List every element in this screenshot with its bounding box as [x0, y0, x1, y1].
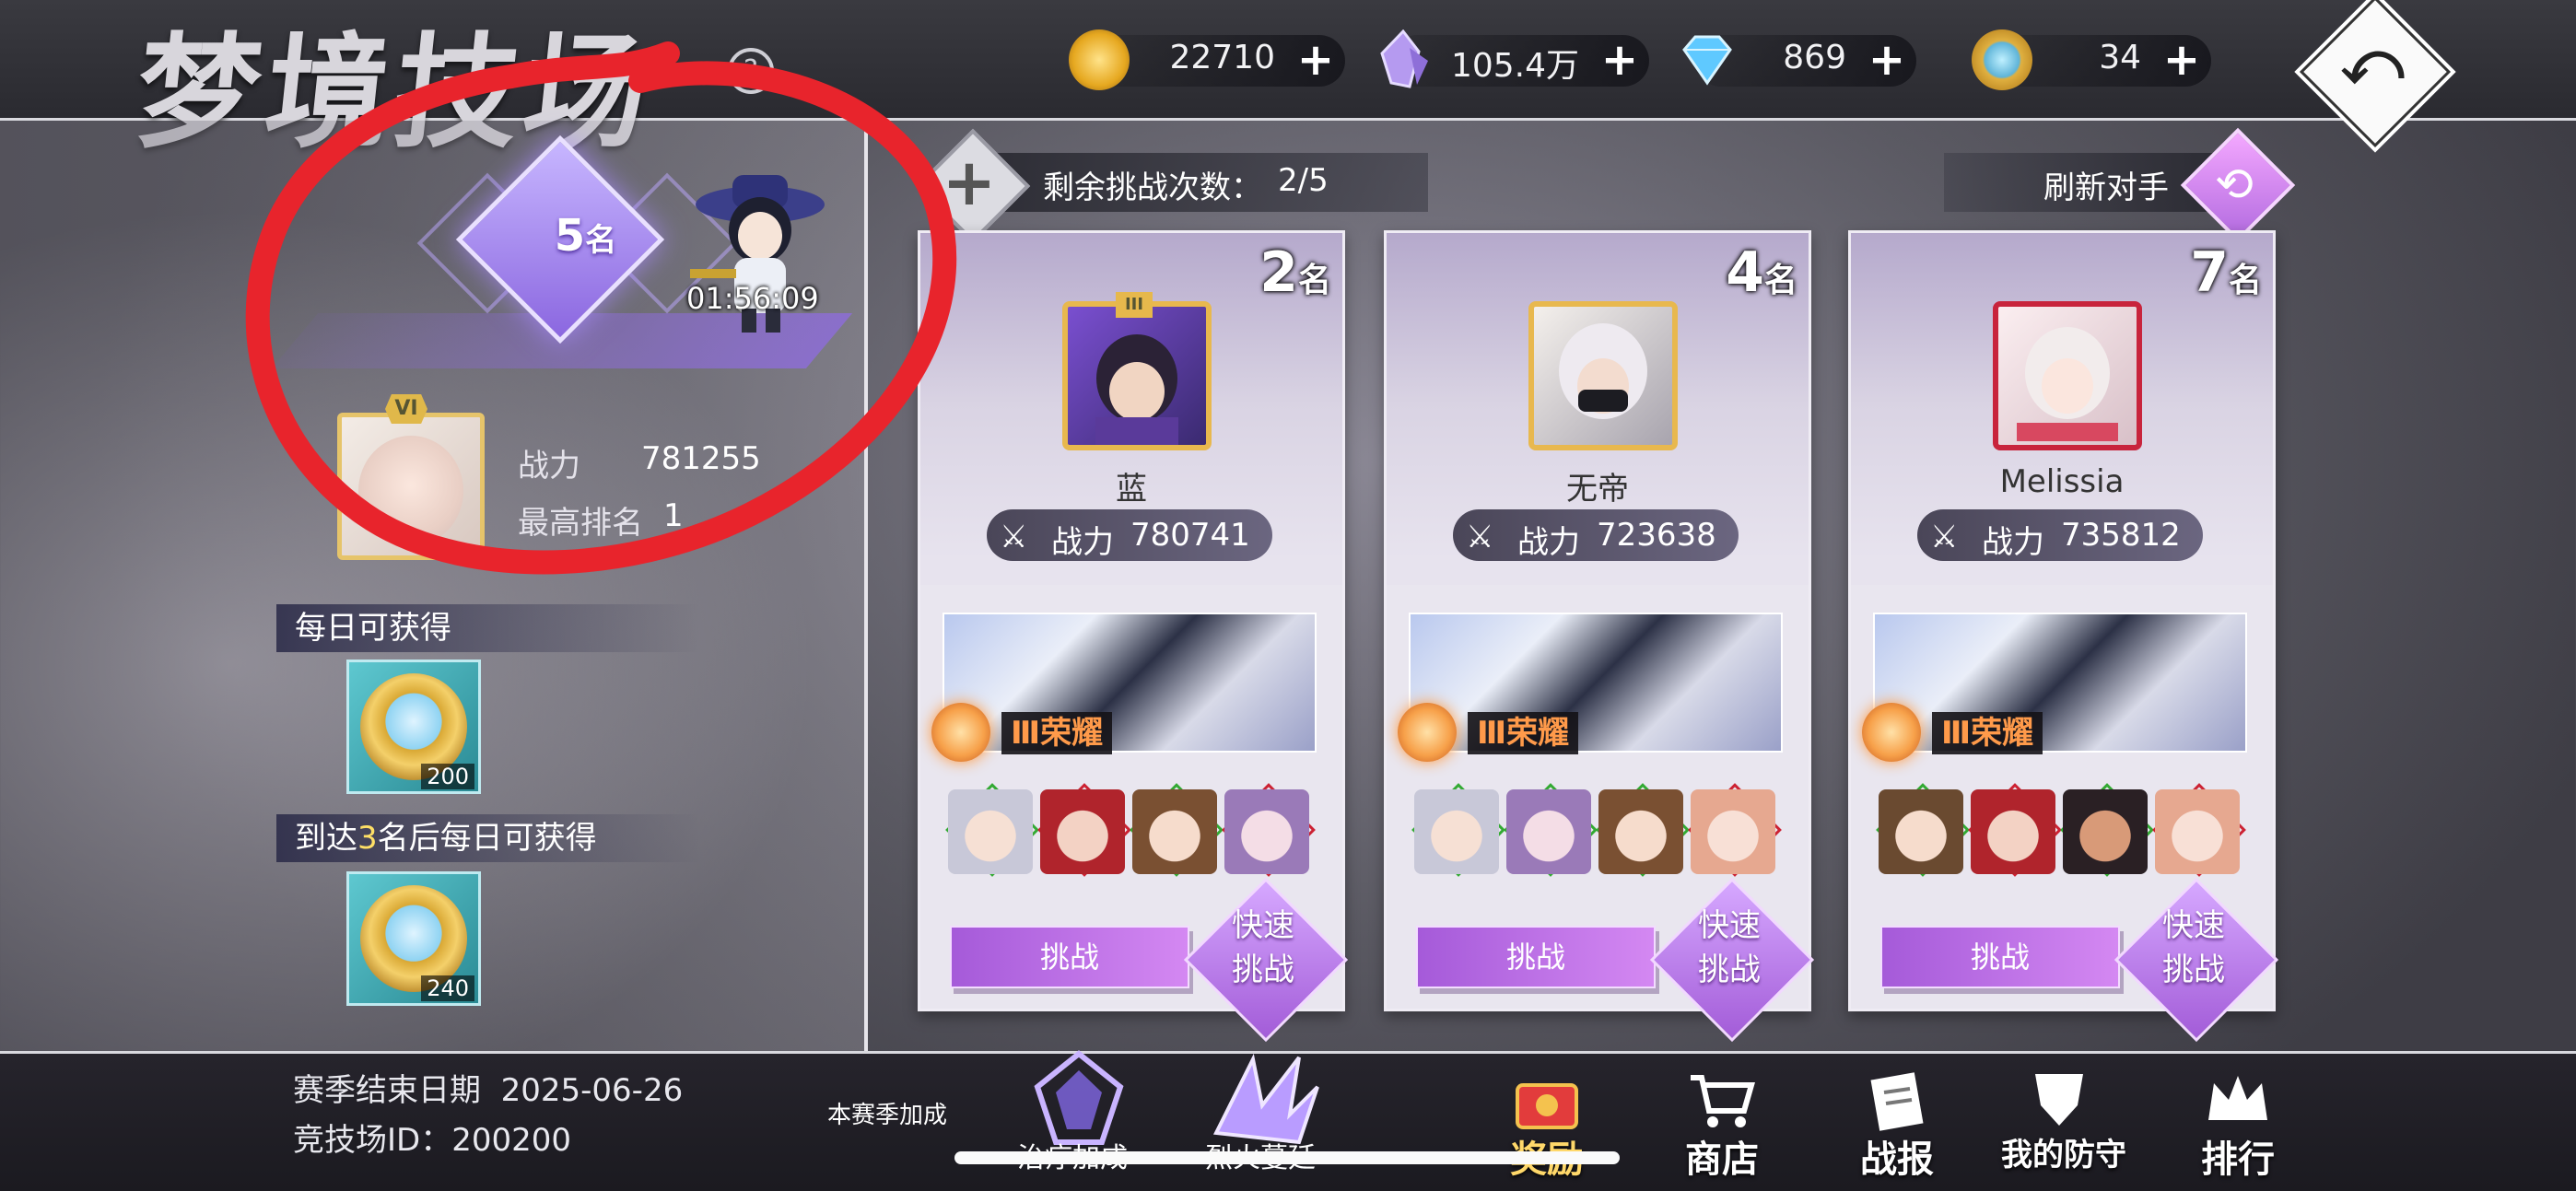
opponent-name: 蓝 [1116, 471, 1147, 508]
defense-flag-icon [2035, 1074, 2083, 1126]
challenge-count-label: 剩余挑战次数： [1043, 169, 1262, 206]
hero-avatar [1414, 789, 1499, 874]
challenge-button[interactable]: 挑战 [1880, 926, 2120, 988]
challenge-button[interactable]: 挑战 [1416, 926, 1656, 988]
sword-icon: ⚔ [1000, 519, 1028, 555]
opponent-team [1411, 783, 1783, 877]
daily-reward-title: 每日可获得 [276, 604, 700, 652]
refresh-opponents-label[interactable]: 刷新对手 [2043, 162, 2169, 207]
ticket-resource: 34 + [1972, 29, 2211, 90]
season-bonus-label: 本赛季加成 [827, 1102, 948, 1129]
arena-id: 竞技场ID：200200 [293, 1122, 572, 1159]
opponent-rank: 7名 [2190, 240, 2262, 305]
challenge-count-value: 2/5 [1278, 162, 1329, 199]
opponent-banner [1409, 613, 1783, 753]
nav-rewards[interactable]: 奖励 [1469, 1068, 1625, 1188]
gold-resource: 22710 + [1069, 29, 1345, 90]
opponent-team [1876, 783, 2247, 877]
crystal-resource: 105.4万 + [1380, 29, 1649, 88]
hero-avatar [2063, 789, 2148, 874]
hero-avatar [1971, 789, 2055, 874]
nav-battle-report[interactable]: 战报 [1819, 1068, 1975, 1188]
opponent-team [945, 783, 1317, 877]
rank3-reward-title: 到达3名后每日可获得 [276, 814, 700, 862]
diamond-add-button[interactable]: + [1861, 35, 1913, 87]
hero-avatar [1506, 789, 1591, 874]
opponent-portrait[interactable] [1993, 301, 2142, 450]
crystal-amount: 105.4万 [1450, 47, 1579, 85]
nav-my-defense[interactable]: 我的防守 [1981, 1068, 2147, 1188]
hero-avatar [1879, 789, 1963, 874]
opponent-power: ⚔ 战力 780741 [987, 509, 1272, 561]
gold-amount: 22710 [1169, 39, 1275, 76]
opponent-portrait[interactable] [1062, 301, 1212, 450]
opponent-card: 4名 无帝 ⚔ 战力 723638 Ⅲ荣耀 挑战 快速 挑战 [1384, 230, 1815, 1043]
daily-reward-item[interactable]: 200 [346, 660, 481, 794]
gold-add-button[interactable]: + [1290, 35, 1341, 87]
diamond-amount: 869 [1783, 39, 1846, 76]
sword-icon: ⚔ [1930, 519, 1959, 555]
crown-icon [2208, 1076, 2267, 1120]
reward-box-icon [1516, 1083, 1578, 1129]
refresh-icon: ⟲ [2215, 158, 2254, 211]
opponent-power: ⚔ 战力 735812 [1917, 509, 2203, 561]
opponent-banner [1873, 613, 2247, 753]
opponent-portrait[interactable] [1528, 301, 1678, 450]
glory-icon [931, 703, 990, 762]
opponent-banner [943, 613, 1317, 753]
rank3-reward-item[interactable]: 240 [346, 871, 481, 1006]
nav-ranking[interactable]: 排行 [2160, 1068, 2316, 1188]
reward-count: 240 [421, 975, 474, 1001]
hero-avatar [1040, 789, 1125, 874]
glory-label: Ⅲ荣耀 [1468, 712, 1579, 754]
diamond-resource: 869 + [1682, 35, 1916, 87]
opponent-name: 无帝 [1566, 471, 1629, 508]
arena-ticket-icon [1972, 29, 2032, 90]
crystal-icon [1373, 29, 1434, 90]
challenge-button[interactable]: 挑战 [950, 926, 1189, 988]
diamond-icon [1677, 29, 1738, 90]
cart-icon [1691, 1075, 1755, 1127]
glory-icon [1398, 703, 1457, 762]
opponent-card: 2名 III 蓝 ⚔ 战力 780741 Ⅲ荣耀 挑战 快速 挑战 [918, 230, 1349, 1043]
ticket-add-button[interactable]: + [2156, 35, 2207, 87]
opponent-rank: 4名 [1726, 240, 1797, 305]
reward-count: 200 [421, 764, 474, 789]
sword-icon: ⚔ [1466, 519, 1494, 555]
crystal-add-button[interactable]: + [1594, 35, 1645, 87]
opponent-name: Melissia [1999, 463, 2125, 500]
report-icon [1870, 1072, 1924, 1131]
opponent-power: ⚔ 战力 723638 [1453, 509, 1739, 561]
quick-challenge-label: 快速 挑战 [1232, 907, 1294, 988]
opponent-card: 7名 Melissia ⚔ 战力 735812 Ⅲ荣耀 挑战 快速 挑战 [1848, 230, 2279, 1043]
gold-coin-icon [1069, 29, 1130, 90]
home-indicator[interactable] [954, 1151, 1620, 1164]
back-button[interactable]: ⤺ [2294, 0, 2452, 148]
nav-shop[interactable]: 商店 [1644, 1068, 1800, 1188]
quick-challenge-label: 快速 挑战 [1698, 907, 1761, 988]
hero-avatar [1224, 789, 1309, 874]
glory-label: Ⅲ荣耀 [1932, 712, 2043, 754]
ticket-amount: 34 [2099, 39, 2141, 76]
glory-icon [1862, 703, 1921, 762]
tier-badge: III [1116, 292, 1153, 318]
opponent-rank: 2名 [1259, 240, 1331, 305]
back-arrow-icon: ⤺ [2340, 29, 2405, 98]
quick-challenge-label: 快速 挑战 [2162, 907, 2225, 988]
hero-avatar [1132, 789, 1217, 874]
annotation-circle [245, 41, 957, 575]
hero-avatar [1598, 789, 1683, 874]
hero-avatar [948, 789, 1033, 874]
season-end-date: 赛季结束日期 2025-06-26 [293, 1072, 684, 1109]
hero-avatar [2155, 789, 2240, 874]
hero-avatar [1691, 789, 1775, 874]
glory-label: Ⅲ荣耀 [1001, 712, 1113, 754]
